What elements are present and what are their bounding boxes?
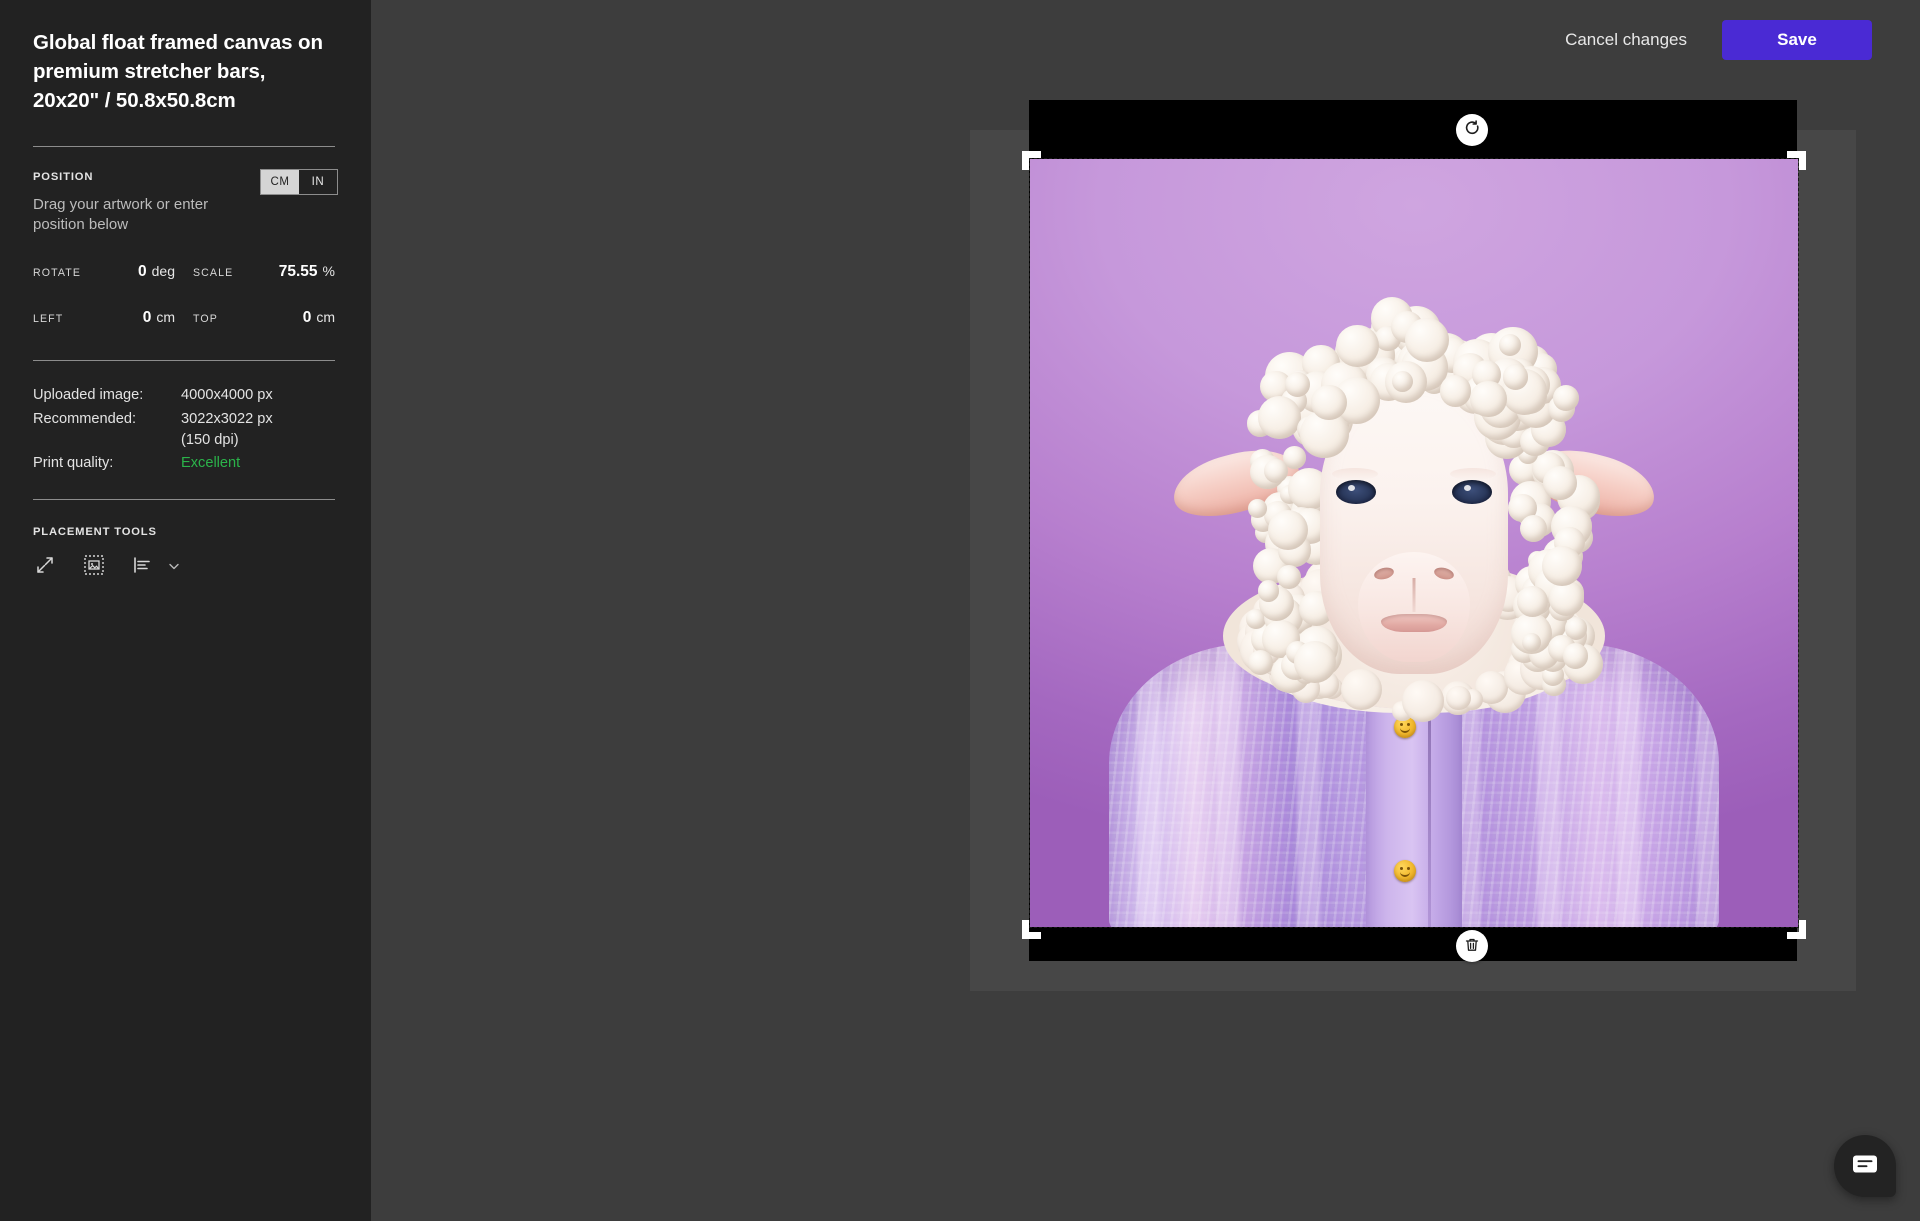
rotate-artwork-button[interactable] — [1456, 114, 1488, 146]
position-text-group: POSITION Drag your artwork or enter posi… — [33, 169, 233, 235]
left-field-group: LEFT cm — [33, 309, 175, 328]
divider-middle — [33, 360, 335, 362]
topbar: Cancel changes Save — [371, 0, 1920, 80]
wool-puff — [1542, 546, 1583, 586]
align-tool-group[interactable] — [131, 554, 181, 578]
left-input[interactable] — [89, 309, 152, 328]
left-top-row: LEFT cm TOP cm — [33, 309, 335, 328]
nostril-right — [1432, 565, 1456, 582]
recommended-value: 3022x3022 px (150 dpi) — [181, 409, 273, 450]
wool-puff — [1553, 385, 1580, 412]
divider-top — [33, 146, 335, 148]
wool-puff — [1517, 585, 1549, 617]
wool-puff — [1470, 380, 1507, 418]
wool-puff — [1549, 580, 1585, 616]
unit-toggle-cm[interactable]: CM — [261, 170, 299, 195]
resize-handle-bottom-left[interactable] — [1022, 920, 1041, 939]
recommended-value-dpi: (150 dpi) — [181, 431, 239, 448]
left-label: LEFT — [33, 313, 64, 326]
smiley-button-bottom — [1394, 860, 1416, 882]
cancel-changes-button[interactable]: Cancel changes — [1561, 24, 1691, 56]
top-unit: cm — [316, 309, 335, 326]
print-quality-row: Print quality: Excellent — [33, 453, 335, 474]
resize-handle-top-right[interactable] — [1787, 151, 1806, 170]
wool-puff — [1404, 317, 1450, 363]
editor-stage: Cancel changes Save — [371, 0, 1920, 1221]
artwork-subject — [1030, 159, 1798, 927]
left-unit: cm — [156, 309, 175, 326]
uploaded-image-value: 4000x4000 px — [181, 387, 273, 404]
wool-puff — [1257, 395, 1301, 440]
scale-label: SCALE — [193, 267, 234, 280]
wool-puff — [1276, 564, 1302, 589]
sidebar-panel: Global float framed canvas on premium st… — [0, 0, 371, 1221]
image-info-table: Uploaded image: 4000x4000 px Recommended… — [33, 385, 335, 474]
delete-artwork-button[interactable] — [1456, 930, 1488, 962]
sheep-head — [1166, 297, 1662, 697]
resize-handle-top-left[interactable] — [1022, 151, 1041, 170]
save-button[interactable]: Save — [1722, 20, 1872, 60]
top-input[interactable] — [249, 309, 312, 328]
print-quality-label: Print quality: — [33, 455, 114, 472]
align-tool[interactable] — [131, 554, 155, 578]
page-title: Global float framed canvas on premium st… — [33, 31, 323, 113]
unit-toggle[interactable]: CM IN — [260, 169, 338, 196]
frame-mat — [1022, 100, 1806, 962]
recommended-value-size: 3022x3022 px — [181, 410, 273, 427]
wool-puff — [1502, 364, 1529, 390]
mouth — [1381, 614, 1447, 632]
resize-diagonal-icon — [35, 555, 55, 578]
scale-input[interactable] — [255, 263, 318, 282]
wool-puff — [1294, 641, 1336, 683]
rotate-field-group: ROTATE deg — [33, 263, 175, 282]
divider-bottom — [33, 499, 335, 501]
top-label: TOP — [193, 313, 218, 326]
wool-puff — [1284, 372, 1310, 398]
fit-image-tool[interactable] — [82, 554, 106, 578]
wool-puff — [1522, 632, 1542, 653]
top-field-group: TOP cm — [193, 309, 335, 328]
chat-widget-button[interactable] — [1834, 1135, 1896, 1197]
muzzle — [1358, 552, 1470, 662]
rotate-input[interactable] — [84, 263, 147, 282]
wool-puff — [1498, 333, 1521, 356]
position-label: POSITION — [33, 171, 94, 184]
placement-tools-label: PLACEMENT TOOLS — [33, 526, 157, 539]
scale-to-fit-tool[interactable] — [33, 554, 57, 578]
recommended-label: Recommended: — [33, 410, 137, 427]
scale-field-group: SCALE % — [193, 263, 335, 282]
wool-puff — [1439, 375, 1471, 407]
recommended-row: Recommended: 3022x3022 px (150 dpi) — [33, 409, 335, 450]
wool-crown — [1246, 297, 1580, 524]
resize-handle-bottom-right[interactable] — [1787, 920, 1806, 939]
unit-toggle-in[interactable]: IN — [299, 170, 337, 195]
fit-image-icon — [84, 554, 104, 578]
scale-unit: % — [322, 263, 335, 280]
wool-puff — [1311, 385, 1347, 421]
frame-preview — [970, 100, 1856, 991]
app-root: Global float framed canvas on premium st… — [0, 0, 1920, 1221]
rotate-unit: deg — [151, 263, 175, 280]
wool-puff — [1336, 324, 1379, 368]
uploaded-image-label: Uploaded image: — [33, 387, 144, 404]
print-quality-value: Excellent — [181, 455, 241, 472]
wool-puff — [1392, 370, 1414, 392]
rotate-label: ROTATE — [33, 267, 81, 280]
chevron-down-icon[interactable] — [167, 559, 181, 573]
uploaded-image-row: Uploaded image: 4000x4000 px — [33, 385, 335, 406]
chat-bubble-icon — [1852, 1154, 1878, 1179]
philtrum — [1412, 578, 1416, 612]
rotate-scale-row: ROTATE deg SCALE % — [33, 263, 335, 282]
nostril-left — [1372, 565, 1396, 582]
position-hint: Drag your artwork or enter position belo… — [33, 196, 209, 234]
placement-tools-row — [33, 554, 338, 578]
wool-puff — [1247, 649, 1274, 676]
wool-puff — [1257, 580, 1279, 602]
rotate-icon — [1464, 120, 1481, 140]
position-section: POSITION Drag your artwork or enter posi… — [33, 169, 338, 235]
align-left-icon — [133, 555, 153, 578]
trash-icon — [1464, 937, 1480, 956]
artwork-image[interactable] — [1030, 159, 1798, 927]
